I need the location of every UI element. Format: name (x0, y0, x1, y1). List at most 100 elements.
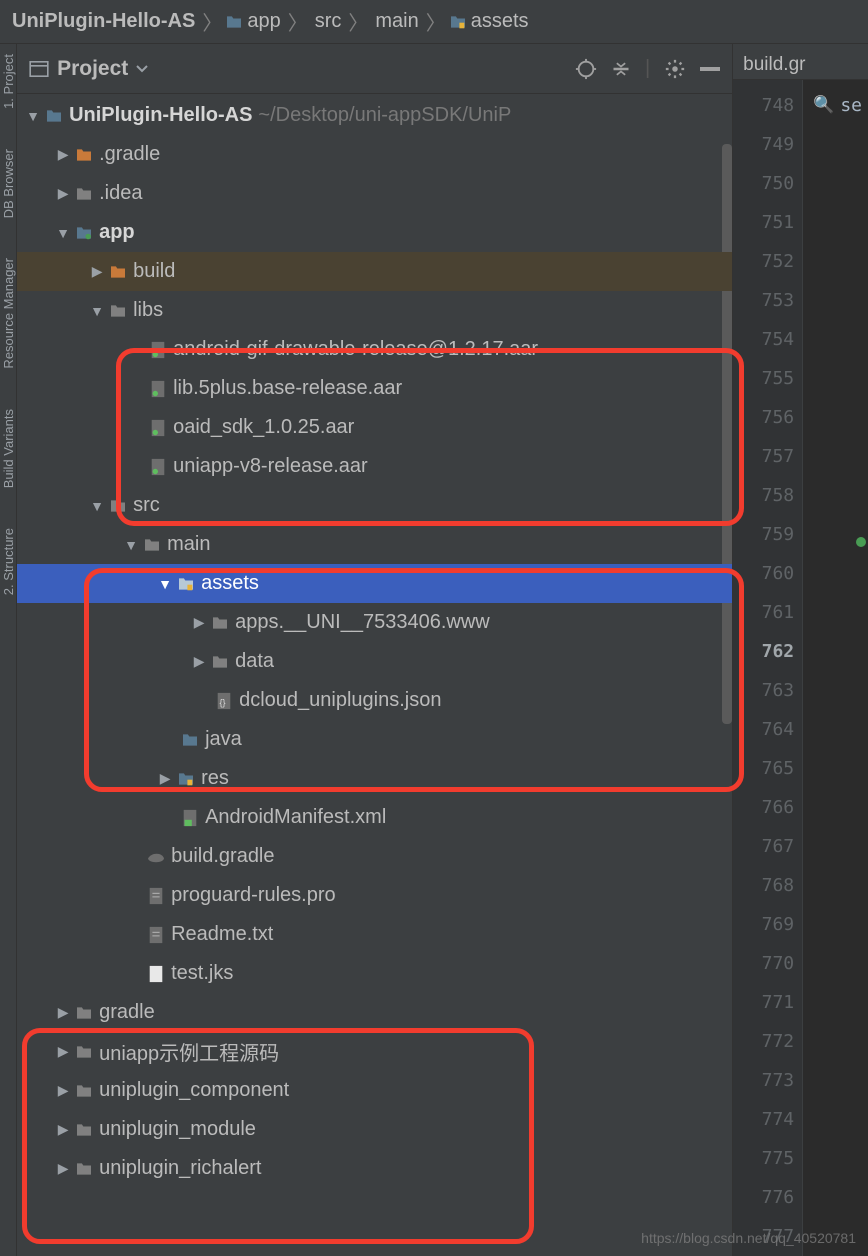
breadcrumb-assets[interactable]: assets (467, 10, 533, 33)
svg-text:{}: {} (220, 697, 226, 707)
gutter-line: 757 (733, 437, 794, 476)
expand-arrow-icon[interactable]: ▼ (121, 537, 141, 553)
sidebar-item-build[interactable]: Build Variants (1, 409, 16, 488)
expand-arrow-icon[interactable]: ▶ (155, 770, 175, 787)
file-icon (145, 965, 167, 983)
tree-file-build-gradle[interactable]: build.gradle (17, 837, 732, 876)
tree-file-dcloud-json[interactable]: {} dcloud_uniplugins.json (17, 681, 732, 720)
expand-arrow-icon[interactable]: ▼ (87, 303, 107, 319)
expand-arrow-icon[interactable]: ▶ (53, 146, 73, 163)
breadcrumb-main[interactable]: main (371, 10, 422, 33)
folder-icon (449, 15, 467, 29)
search-icon[interactable]: 🔍 (813, 86, 834, 125)
expand-arrow-icon[interactable]: ▶ (53, 1160, 73, 1177)
tree-label: test.jks (167, 962, 233, 985)
tree-label: libs (129, 299, 163, 322)
sidebar-item-db[interactable]: DB Browser (1, 149, 16, 218)
expand-arrow-icon[interactable]: ▶ (53, 1082, 73, 1099)
folder-icon (141, 538, 163, 552)
tree-folder-idea[interactable]: ▶ .idea (17, 174, 732, 213)
breadcrumb[interactable]: UniPlugin-Hello-AS 〉 app 〉 src 〉 main 〉 … (0, 0, 868, 44)
tree-folder-uniplugin-component[interactable]: ▶ uniplugin_component (17, 1071, 732, 1110)
panel-title: Project (57, 57, 128, 81)
module-icon (73, 226, 95, 240)
gutter-line: 768 (733, 866, 794, 905)
json-icon: {} (213, 692, 235, 710)
gutter-line: 756 (733, 398, 794, 437)
tree-folder-uniplugin-richalert[interactable]: ▶ uniplugin_richalert (17, 1149, 732, 1188)
tree-folder-res[interactable]: ▶ res (17, 759, 732, 798)
editor-tab[interactable]: build.gr (733, 44, 868, 80)
tree-folder-gradle[interactable]: ▶ .gradle (17, 135, 732, 174)
tree-file-readme[interactable]: Readme.txt (17, 915, 732, 954)
gutter-line: 753 (733, 281, 794, 320)
editor-panel: build.gr 7487497507517527537547557567577… (733, 44, 868, 1256)
tree-label: android-gif-drawable-release@1.2.17.aar (169, 338, 538, 361)
tree-folder-apps-www[interactable]: ▶ apps.__UNI__7533406.www (17, 603, 732, 642)
tree-folder-uniapp-sample[interactable]: ▶ uniapp示例工程源码 (17, 1032, 732, 1071)
tree-label: Readme.txt (167, 923, 273, 946)
editor-search-hint: se (840, 86, 862, 125)
expand-arrow-icon[interactable]: ▼ (87, 498, 107, 514)
tree-file-manifest[interactable]: AndroidManifest.xml (17, 798, 732, 837)
expand-arrow-icon[interactable]: ▼ (155, 576, 175, 592)
gutter-line: 760 (733, 554, 794, 593)
expand-arrow-icon[interactable]: ▶ (53, 1004, 73, 1021)
expand-arrow-icon[interactable]: ▶ (87, 263, 107, 280)
gear-icon[interactable] (664, 58, 686, 80)
tree-folder-build[interactable]: ▶ build (17, 252, 732, 291)
breadcrumb-src[interactable]: src (311, 10, 346, 33)
folder-icon (107, 304, 129, 318)
tree-label: src (129, 494, 160, 517)
tree-folder-src[interactable]: ▼ src (17, 486, 732, 525)
breadcrumb-root[interactable]: UniPlugin-Hello-AS (8, 10, 199, 33)
file-icon (145, 926, 167, 944)
minimize-icon[interactable] (700, 67, 720, 71)
sidebar-item-resource[interactable]: Resource Manager (1, 258, 16, 369)
folder-icon (73, 1045, 95, 1059)
tree-file-testjks[interactable]: test.jks (17, 954, 732, 993)
expand-arrow-icon[interactable]: ▼ (53, 225, 73, 241)
expand-arrow-icon[interactable]: ▶ (53, 185, 73, 202)
expand-arrow-icon[interactable]: ▼ (23, 108, 43, 124)
tree-folder-app[interactable]: ▼ app (17, 213, 732, 252)
tree-file-aar[interactable]: lib.5plus.base-release.aar (17, 369, 732, 408)
tree-file-aar[interactable]: uniapp-v8-release.aar (17, 447, 732, 486)
folder-icon (73, 1084, 95, 1098)
file-icon (145, 887, 167, 905)
tree-label: .gradle (95, 143, 160, 166)
tree-file-aar[interactable]: oaid_sdk_1.0.25.aar (17, 408, 732, 447)
expand-arrow-icon[interactable]: ▶ (189, 653, 209, 670)
tree-file-proguard[interactable]: proguard-rules.pro (17, 876, 732, 915)
tree-folder-gradle-root[interactable]: ▶ gradle (17, 993, 732, 1032)
editor-content[interactable]: 🔍 se (803, 80, 868, 1256)
breadcrumb-app[interactable]: app (243, 10, 284, 33)
breadcrumb-sep: 〉 (285, 7, 311, 36)
expand-arrow-icon[interactable]: ▶ (53, 1121, 73, 1138)
tree-label: assets (197, 572, 259, 595)
sidebar-item-project[interactable]: 1. Project (1, 54, 16, 109)
gutter-line: 766 (733, 788, 794, 827)
gutter-line: 748 (733, 86, 794, 125)
tree-label: lib.5plus.base-release.aar (169, 377, 402, 400)
tree-folder-uniplugin-module[interactable]: ▶ uniplugin_module (17, 1110, 732, 1149)
target-icon[interactable] (575, 58, 597, 80)
expand-arrow-icon[interactable]: ▶ (189, 614, 209, 631)
tree-file-aar[interactable]: android-gif-drawable-release@1.2.17.aar (17, 330, 732, 369)
tree-folder-data[interactable]: ▶ data (17, 642, 732, 681)
gutter-line: 767 (733, 827, 794, 866)
gutter-line: 775 (733, 1139, 794, 1178)
tree-folder-libs[interactable]: ▼ libs (17, 291, 732, 330)
collapse-icon[interactable] (611, 59, 631, 79)
sidebar-item-structure[interactable]: 2. Structure (1, 528, 16, 595)
tree-folder-java[interactable]: java (17, 720, 732, 759)
gutter-line: 752 (733, 242, 794, 281)
gutter-line: 771 (733, 983, 794, 1022)
manifest-icon (179, 809, 201, 827)
project-tree[interactable]: ▼ UniPlugin-Hello-AS ~/Desktop/uni-appSD… (17, 94, 732, 1256)
tree-root[interactable]: ▼ UniPlugin-Hello-AS ~/Desktop/uni-appSD… (17, 96, 732, 135)
expand-arrow-icon[interactable]: ▶ (53, 1043, 73, 1060)
chevron-down-icon[interactable] (136, 65, 148, 73)
tree-folder-assets[interactable]: ▼ assets (17, 564, 732, 603)
tree-folder-main[interactable]: ▼ main (17, 525, 732, 564)
